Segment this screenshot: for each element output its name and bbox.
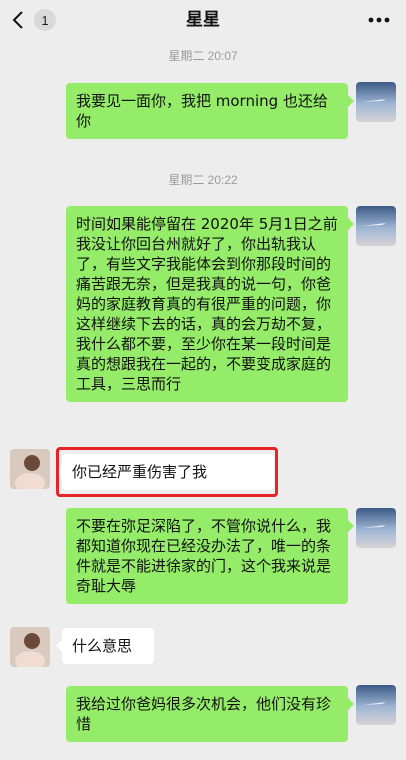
contact-avatar[interactable] [10, 627, 50, 667]
my-avatar[interactable] [356, 685, 396, 725]
chat-title: 星星 [186, 10, 220, 30]
sky-photo-avatar-icon [356, 685, 396, 725]
outgoing-message-bubble[interactable]: 时间如果能停留在 2020年 5月1日之前我没让你回台州就好了，你出轨我认了，有… [66, 206, 354, 402]
more-options-icon[interactable] [366, 10, 392, 30]
my-avatar[interactable] [356, 82, 396, 122]
chat-header: 1 星星 [0, 0, 406, 40]
highlight-annotation-box [56, 447, 278, 497]
sky-photo-avatar-icon [356, 508, 396, 548]
sky-photo-avatar-icon [356, 82, 396, 122]
message-timestamp: 星期二 20:22 [168, 173, 238, 187]
person-photo-avatar-icon [10, 627, 50, 667]
outgoing-message-bubble[interactable]: 不要在弥足深陷了，不管你说什么，我都知道你现在已经没办法了，唯一的条件就是不能进… [66, 508, 354, 604]
contact-avatar[interactable] [10, 449, 50, 489]
outgoing-message-bubble[interactable]: 我给过你爸妈很多次机会，他们没有珍惜 [66, 686, 354, 742]
incoming-message-bubble[interactable]: 什么意思 [56, 628, 154, 664]
my-avatar[interactable] [356, 508, 396, 548]
person-photo-avatar-icon [10, 449, 50, 489]
my-avatar[interactable] [356, 206, 396, 246]
outgoing-message-bubble[interactable]: 我要见一面你，我把 morning 也还给你 [66, 83, 354, 139]
message-timestamp: 星期二 20:07 [168, 49, 238, 63]
sky-photo-avatar-icon [356, 206, 396, 246]
